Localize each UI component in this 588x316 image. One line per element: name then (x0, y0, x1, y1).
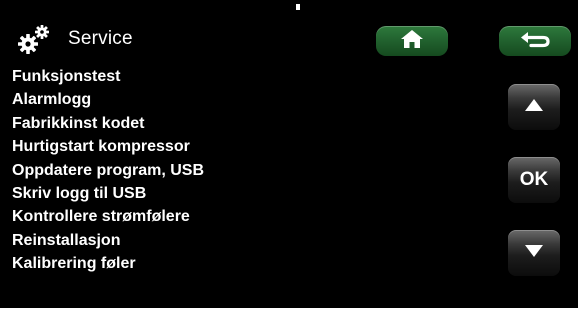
menu-item-skriv-logg-til-usb[interactable]: Skriv logg til USB (12, 182, 204, 205)
gears-icon (18, 22, 54, 58)
menu-item-fabrikkinst-kodet[interactable]: Fabrikkinst kodet (12, 112, 204, 135)
menu-item-kalibrering-foler[interactable]: Kalibrering føler (12, 252, 204, 275)
menu-item-hurtigstart-kompressor[interactable]: Hurtigstart kompressor (12, 135, 204, 158)
menu-item-reinstallasjon[interactable]: Reinstallasjon (12, 229, 204, 252)
home-button[interactable] (376, 26, 448, 56)
menu-item-alarmlogg[interactable]: Alarmlogg (12, 88, 204, 111)
device-frame: Service Funksjonstest Alarmlogg Fabrikki… (0, 0, 588, 316)
menu-item-oppdatere-program-usb[interactable]: Oppdatere program, USB (12, 159, 204, 182)
scroll-down-button[interactable] (508, 230, 560, 276)
back-arrow-icon (517, 28, 553, 55)
ok-button[interactable]: OK (508, 157, 560, 203)
menu-item-kontrollere-stromfolere[interactable]: Kontrollere strømfølere (12, 205, 204, 228)
scroll-up-button[interactable] (508, 84, 560, 130)
screen: Service Funksjonstest Alarmlogg Fabrikki… (0, 0, 578, 308)
header: Service (0, 0, 578, 62)
page-title: Service (68, 28, 133, 49)
home-icon (399, 28, 425, 55)
service-menu: Funksjonstest Alarmlogg Fabrikkinst kode… (12, 65, 204, 276)
arrow-up-icon (524, 98, 544, 117)
arrow-down-icon (524, 244, 544, 263)
back-button[interactable] (499, 26, 571, 56)
menu-item-funksjonstest[interactable]: Funksjonstest (12, 65, 204, 88)
ok-label: OK (519, 169, 549, 190)
